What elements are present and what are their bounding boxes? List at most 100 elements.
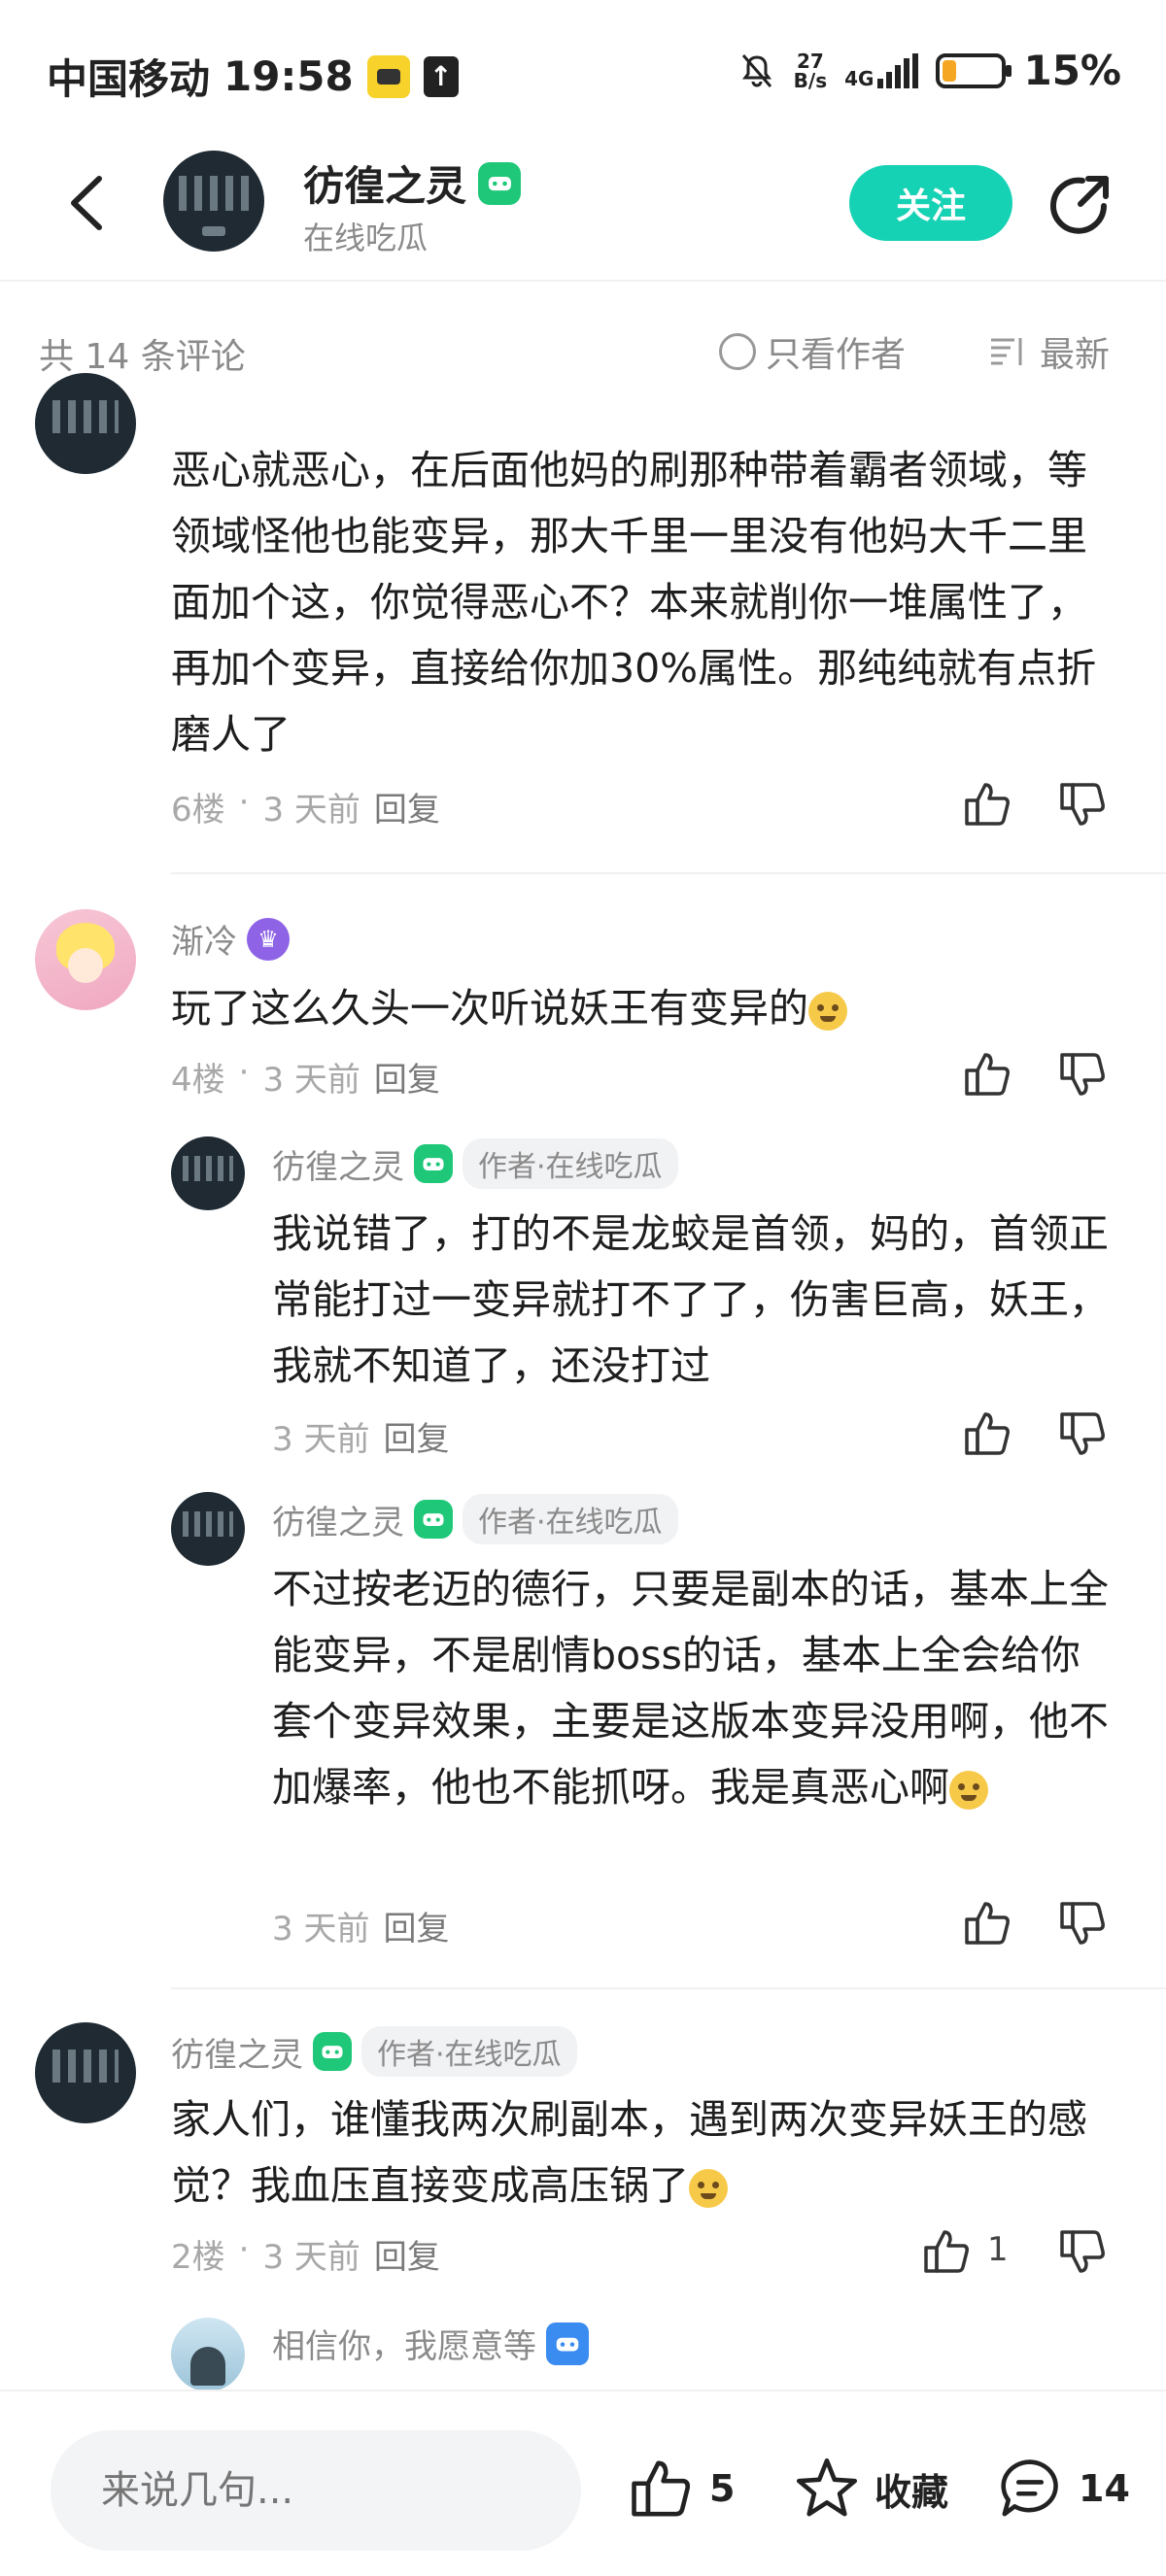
game-badge-icon (313, 2032, 352, 2071)
sort-newest-button[interactable]: 最新 (989, 326, 1110, 377)
reply-time: 3 天前 (272, 1420, 370, 1459)
reply-name-row[interactable]: 相信你，我愿意等 (272, 2320, 589, 2367)
thumb-down-icon[interactable] (1057, 2226, 1108, 2277)
share-icon[interactable] (1046, 169, 1115, 239)
avatar[interactable] (35, 373, 136, 474)
thumb-up-icon[interactable] (962, 1408, 1012, 1459)
bottom-action-bar: 5 收藏 14 (0, 2390, 1166, 2576)
thumb-up-icon[interactable] (962, 1049, 1012, 1100)
thumb-up-icon[interactable] (921, 2226, 972, 2277)
author-subtitle: 在线吃瓜 (303, 220, 429, 256)
thumb-down-icon[interactable] (1057, 1408, 1108, 1459)
author-tag: 作者·在线吃瓜 (463, 1138, 678, 1189)
reply-time: 3 天前 (272, 1910, 370, 1949)
reply-name-row[interactable]: 彷徨之灵 作者·在线吃瓜 (272, 1138, 678, 1189)
sort-icon (991, 338, 1022, 365)
author-tag: 作者·在线吃瓜 (361, 2026, 577, 2077)
floor-number: 2楼 (171, 2238, 225, 2277)
post-like-count: 5 (709, 2467, 736, 2510)
comment-count: 14 (1079, 2467, 1130, 2510)
author-name: 彷徨之灵 (303, 162, 467, 210)
comment-text: 恶心就恶心，在后面他妈的刷那种带着霸者领域，等领域怪他也能变异，那大千里一里没有… (171, 447, 1097, 758)
game-badge-icon (414, 1500, 453, 1539)
comment-time: 3 天前 (262, 1061, 360, 1100)
comment-total: 共 14 条评论 (39, 337, 246, 377)
mute-icon (741, 53, 772, 87)
comment-sort-bar: 共 14 条评论 只看作者 最新 (0, 284, 1166, 424)
network-speed: 27 B/s (794, 51, 827, 90)
reply-button[interactable]: 回复 (374, 783, 440, 830)
speed-value: 27 (796, 49, 824, 73)
gamepad-badge-icon (546, 2322, 589, 2365)
like-post-button[interactable]: 5 (626, 2456, 735, 2522)
comment-meta: 2楼 · 3 天前 回复 (171, 2230, 440, 2278)
author-name-row[interactable]: 彷徨之灵 (303, 153, 522, 213)
like-count: 1 (987, 2230, 1009, 2269)
network-indicator: 4G (844, 52, 919, 90)
comment-time: 3 天前 (262, 791, 360, 830)
comment-meta: 4楼 · 3 天前 回复 (171, 1053, 440, 1101)
speed-unit: B/s (793, 68, 828, 92)
trophy-icon: ♛ (247, 917, 290, 961)
reply-button[interactable]: 回复 (383, 1412, 449, 1460)
reply-button[interactable]: 回复 (383, 1902, 449, 1949)
comment-text: 家人们，谁懂我两次刷副本，遇到两次变异妖王的感觉？我血压直接变成高压锅了 (171, 2096, 1087, 2209)
commenter-name: 渐冷 (171, 923, 237, 962)
floor-number: 4楼 (171, 1061, 225, 1100)
commenter-name: 彷徨之灵 (171, 2035, 303, 2075)
comment-input[interactable] (51, 2430, 581, 2551)
comment-text: 玩了这么久头一次听说妖王有变异的 (171, 975, 1114, 1041)
reply-avatar[interactable] (171, 1136, 245, 1210)
author-avatar[interactable] (163, 151, 264, 252)
newest-label: 最新 (1040, 335, 1111, 375)
game-badge-icon (414, 1144, 453, 1183)
commenter-name-row[interactable]: 渐冷 ♛ (171, 915, 290, 963)
network-type: 4G (844, 66, 874, 90)
comment-floor-2: 彷徨之灵 作者·在线吃瓜 家人们，谁懂我两次刷副本，遇到两次变异妖王的感觉？我血… (0, 2020, 1166, 2391)
upload-icon: ↑ (423, 55, 459, 97)
emoji-icon (689, 2169, 728, 2208)
star-icon (796, 2457, 858, 2517)
thumb-up-icon[interactable] (962, 1898, 1012, 1949)
commenter-name-row[interactable]: 彷徨之灵 作者·在线吃瓜 (171, 2026, 577, 2077)
comment-meta: 6楼 · 3 天前 回复 (171, 783, 440, 830)
avatar[interactable] (35, 2022, 136, 2123)
reply-button[interactable]: 回复 (374, 2230, 440, 2278)
comments-button[interactable]: 14 (995, 2456, 1130, 2522)
clock: 19:58 (223, 52, 354, 100)
status-left: 中国移动 19:58 ↑ (47, 47, 459, 106)
reply-button[interactable]: 回复 (374, 1053, 440, 1101)
radio-icon (719, 333, 756, 370)
comment-time: 3 天前 (262, 2238, 360, 2277)
reply-avatar[interactable] (171, 1492, 245, 1566)
battery-icon (936, 52, 1012, 88)
author-tag: 作者·在线吃瓜 (463, 1494, 678, 1544)
thumb-down-icon[interactable] (1057, 1049, 1108, 1100)
reply-name-row[interactable]: 彷徨之灵 作者·在线吃瓜 (272, 1494, 678, 1544)
carrier: 中国移动 (47, 55, 211, 103)
reply-text: 我说错了，打的不是龙蛟是首领，妈的，首领正常能打过一变异就打不了了，伤害巨高，妖… (272, 1210, 1109, 1389)
comment-floor-6: 恶心就恶心，在后面他妈的刷那种带着霸者领域，等领域怪他也能变异，那大千里一里没有… (0, 373, 1166, 880)
thumb-down-icon[interactable] (1057, 1898, 1108, 1949)
favorite-button[interactable]: 收藏 (793, 2456, 948, 2522)
reply-text: 不过按老迈的德行，只要是副本的话，基本上全能变异，不是剧情boss的话，基本上全… (272, 1566, 1109, 1811)
only-author-toggle[interactable]: 只看作者 (719, 326, 906, 377)
comment-floor-4: 渐冷 ♛ 玩了这么久头一次听说妖王有变异的 4楼 · 3 天前 回复 彷徨之灵 … (0, 905, 1166, 1989)
floor-number: 6楼 (171, 791, 225, 830)
avatar[interactable] (35, 909, 136, 1010)
post-header: 彷徨之灵 在线吃瓜 关注 (0, 146, 1166, 282)
reply-avatar[interactable] (171, 2318, 245, 2391)
only-author-label: 只看作者 (766, 335, 907, 375)
reply-author-name: 相信你，我愿意等 (272, 2327, 536, 2366)
thumb-up-icon[interactable] (962, 779, 1012, 830)
divider (171, 1987, 1166, 1989)
thumb-down-icon[interactable] (1057, 779, 1108, 830)
reply-meta: 3 天前 回复 (272, 1902, 449, 1949)
favorite-label: 收藏 (874, 2470, 949, 2514)
app-notification-icon (366, 54, 410, 98)
emoji-icon (808, 992, 847, 1031)
follow-button[interactable]: 关注 (849, 165, 1012, 241)
back-icon[interactable] (58, 169, 117, 237)
emoji-icon (949, 1771, 988, 1810)
divider (171, 872, 1166, 874)
